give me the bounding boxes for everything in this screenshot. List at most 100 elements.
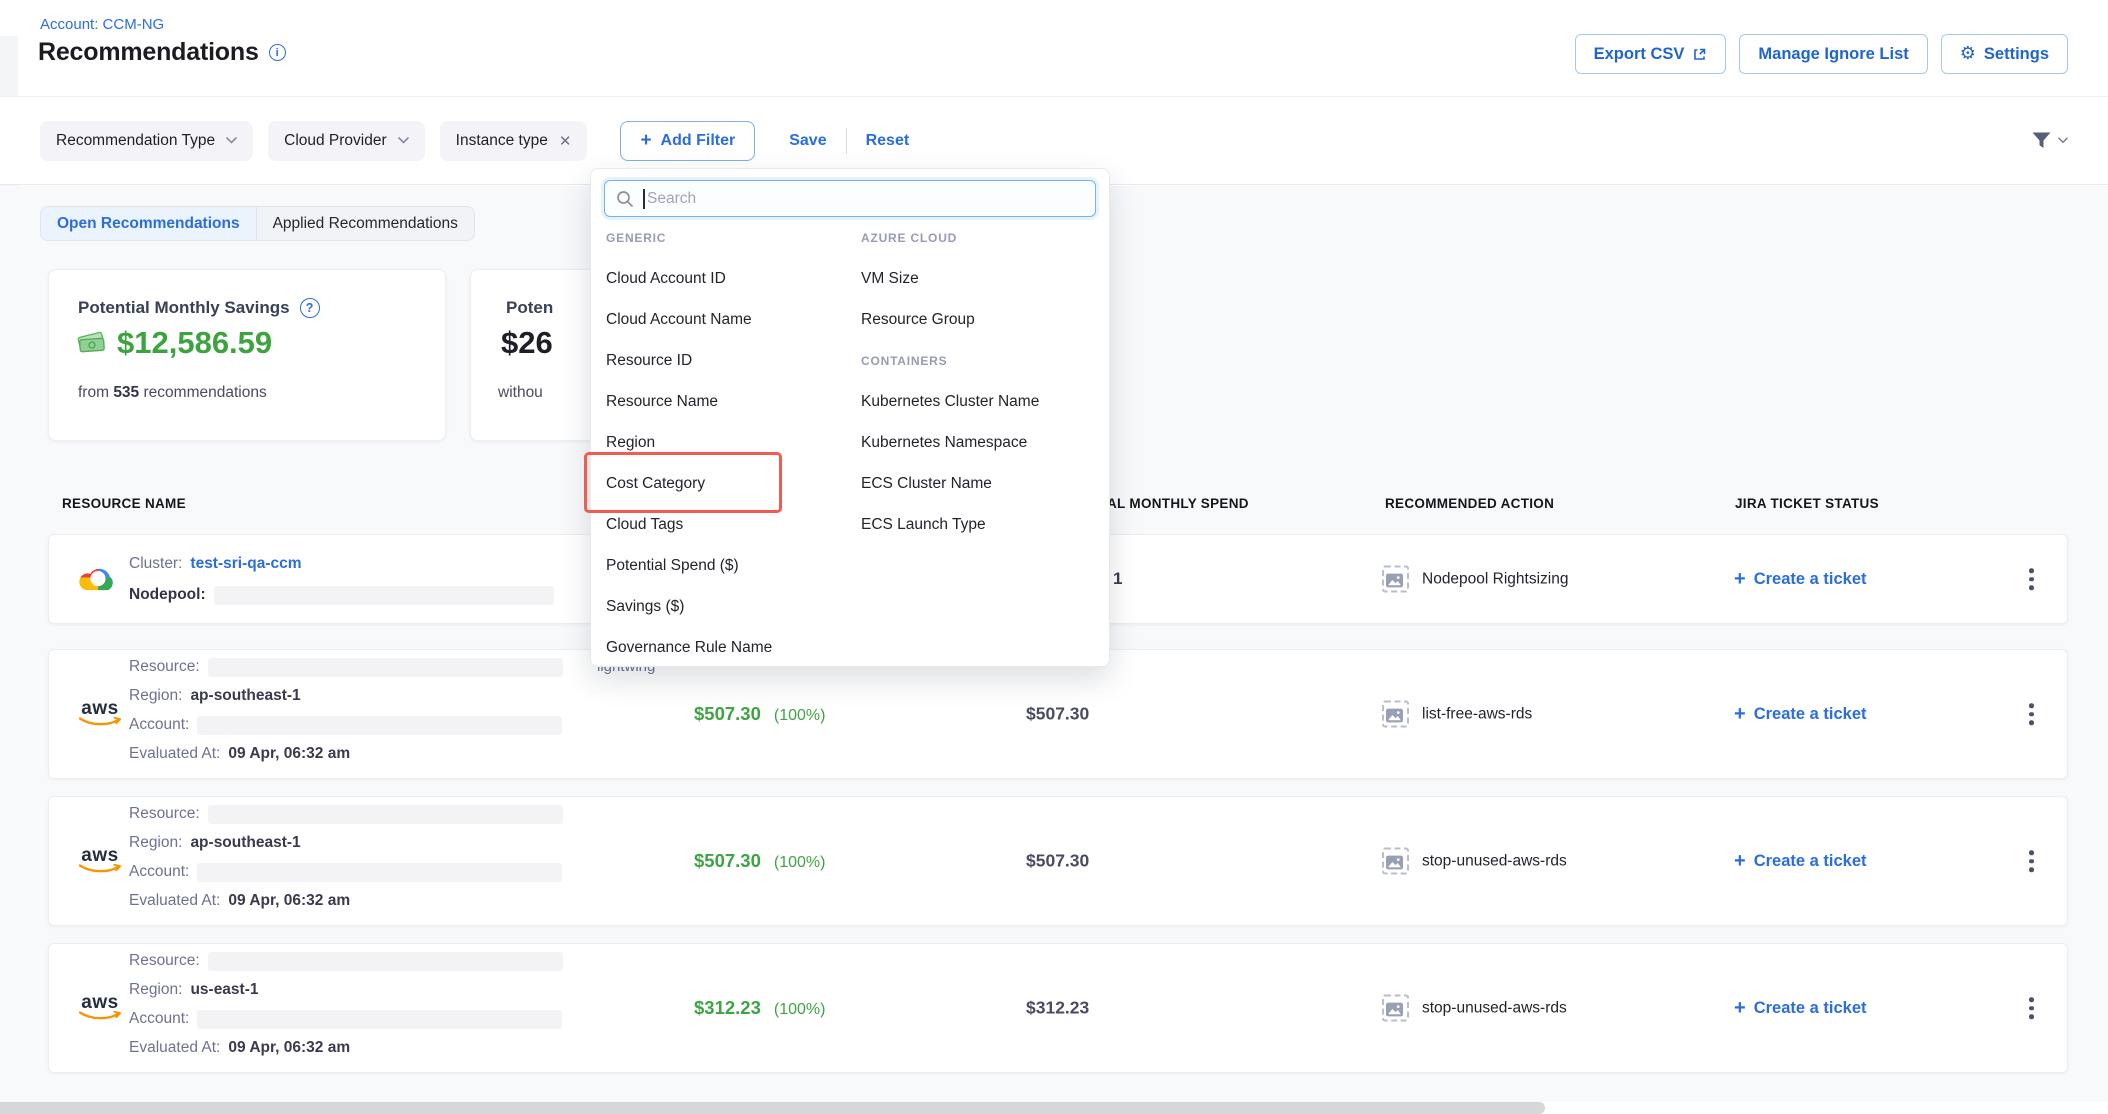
tab-applied-recommendations[interactable]: Applied Recommendations — [257, 207, 474, 240]
dropdown-item-kubernetes-cluster-name[interactable]: Kubernetes Cluster Name — [861, 381, 1101, 422]
create-ticket-button[interactable]: + Create a ticket — [1734, 569, 1867, 589]
search-input[interactable] — [605, 181, 1095, 216]
aws-icon: aws — [77, 701, 123, 727]
section-heading: AZURE CLOUD — [861, 217, 1101, 258]
dropdown-item-ecs-cluster-name[interactable]: ECS Cluster Name — [861, 463, 1101, 504]
close-icon[interactable]: ✕ — [559, 132, 572, 150]
dropdown-item-potential-spend[interactable]: Potential Spend ($) — [606, 545, 856, 586]
save-filter-button[interactable]: Save — [789, 132, 826, 150]
subtext-fragment: withou — [498, 384, 543, 402]
settings-button[interactable]: ⚙ Settings — [1941, 34, 2068, 74]
monthly-savings-value: $312.23 (100%) — [694, 997, 825, 1019]
tab-open-recommendations[interactable]: Open Recommendations — [41, 207, 257, 240]
potential-monthly-savings-card: Potential Monthly Savings ? $12,586.59 f… — [48, 269, 446, 441]
cluster-label: Cluster: — [129, 553, 182, 575]
card-title-fragment: Poten — [506, 298, 553, 318]
divider — [846, 128, 847, 154]
recommended-action: stop-unused-aws-rds — [1382, 995, 1567, 1022]
info-icon[interactable]: i — [269, 44, 286, 61]
create-ticket-button[interactable]: + Create a ticket — [1734, 998, 1867, 1018]
table-row: aws Resource: Region:us-east-1 Account: … — [48, 943, 2068, 1073]
dropdown-item-ecs-launch-type[interactable]: ECS Launch Type — [861, 504, 1101, 545]
question-icon[interactable]: ? — [300, 298, 320, 318]
horizontal-scrollbar[interactable] — [0, 1102, 1545, 1114]
add-filter-button[interactable]: + Add Filter — [620, 121, 755, 161]
dropdown-item-resource-id[interactable]: Resource ID — [606, 340, 856, 381]
breadcrumb[interactable]: Account: CCM-NG — [40, 16, 164, 33]
dropdown-item-resource-name[interactable]: Resource Name — [606, 381, 856, 422]
recommended-action: Nodepool Rightsizing — [1382, 566, 1568, 593]
monthly-spend-value: $507.30 — [1026, 704, 1089, 725]
filter-chip-cloud-provider[interactable]: Cloud Provider — [268, 121, 425, 161]
column-header-total-monthly-spend: AL MONTHLY SPEND — [1107, 496, 1249, 511]
evaluated-at-value: 09 Apr, 06:32 am — [228, 743, 350, 765]
dropdown-column-generic: GENERIC Cloud Account ID Cloud Account N… — [606, 217, 856, 668]
chevron-down-icon — [2058, 137, 2068, 144]
broken-image-icon — [1382, 566, 1409, 593]
evaluated-at-value: 09 Apr, 06:32 am — [228, 1037, 350, 1059]
dropdown-item-resource-group[interactable]: Resource Group — [861, 299, 1101, 340]
dropdown-search — [604, 180, 1096, 217]
dropdown-item-cloud-account-name[interactable]: Cloud Account Name — [606, 299, 856, 340]
create-ticket-button[interactable]: + Create a ticket — [1734, 851, 1867, 871]
redacted-value — [197, 1010, 562, 1029]
recommended-action-label: Nodepool Rightsizing — [1422, 570, 1568, 588]
monthly-spend-value-partial: 1 — [1113, 569, 1122, 589]
money-icon — [76, 331, 108, 355]
dropdown-item-savings[interactable]: Savings ($) — [606, 586, 856, 627]
aws-icon: aws — [77, 995, 123, 1021]
dropdown-item-governance-rule-name[interactable]: Governance Rule Name — [606, 627, 856, 668]
broken-image-icon — [1382, 995, 1409, 1022]
export-csv-button[interactable]: Export CSV — [1575, 34, 1727, 74]
region-value: us-east-1 — [190, 979, 258, 1001]
column-header-resource-name: RESOURCE NAME — [62, 496, 186, 511]
recommended-action-label: stop-unused-aws-rds — [1422, 999, 1567, 1017]
row-menu-kebab-icon[interactable] — [2023, 844, 2040, 878]
gcp-icon — [77, 560, 119, 599]
dropdown-item-cloud-tags[interactable]: Cloud Tags — [606, 504, 856, 545]
section-heading: GENERIC — [606, 217, 856, 258]
card-title: Potential Monthly Savings — [78, 298, 290, 318]
filter-funnel-icon — [2031, 131, 2052, 150]
redacted-value — [197, 863, 562, 882]
plus-icon: + — [1734, 704, 1746, 724]
redacted-value — [208, 952, 563, 971]
gear-icon: ⚙ — [1960, 45, 1976, 63]
evaluated-at-value: 09 Apr, 06:32 am — [228, 890, 350, 912]
savings-amount: $12,586.59 — [117, 325, 272, 361]
table-row: aws Resource: Region:ap-southeast-1 Acco… — [48, 796, 2068, 926]
row-menu-kebab-icon[interactable] — [2023, 562, 2040, 596]
monthly-spend-value: $312.23 — [1026, 998, 1089, 1019]
recommended-action-label: list-free-aws-rds — [1422, 705, 1532, 723]
plus-icon: + — [1734, 851, 1746, 871]
dropdown-item-region[interactable]: Region — [606, 422, 856, 463]
broken-image-icon — [1382, 701, 1409, 728]
filter-chip-instance-type[interactable]: Instance type ✕ — [440, 121, 588, 161]
dropdown-item-cost-category[interactable]: Cost Category — [606, 463, 856, 504]
page-title: Recommendations — [38, 38, 259, 67]
create-ticket-button[interactable]: + Create a ticket — [1734, 704, 1867, 724]
dropdown-item-vm-size[interactable]: VM Size — [861, 258, 1101, 299]
recommended-action: stop-unused-aws-rds — [1382, 848, 1567, 875]
recommendations-page: Account: CCM-NG Recommendations i Export… — [0, 0, 2108, 1114]
add-filter-dropdown: GENERIC Cloud Account ID Cloud Account N… — [590, 168, 1110, 667]
amount-fragment: $26 — [501, 325, 553, 361]
chevron-down-icon — [398, 137, 409, 144]
row-menu-kebab-icon[interactable] — [2023, 697, 2040, 731]
redacted-value — [208, 805, 563, 824]
manage-ignore-list-button[interactable]: Manage Ignore List — [1739, 34, 1927, 74]
plus-icon: + — [1734, 998, 1746, 1018]
cluster-link[interactable]: test-sri-qa-ccm — [190, 553, 301, 575]
filter-panel-toggle[interactable] — [2031, 131, 2068, 150]
reset-filter-button[interactable]: Reset — [866, 132, 910, 150]
dropdown-item-cloud-account-id[interactable]: Cloud Account ID — [606, 258, 856, 299]
region-value: ap-southeast-1 — [190, 685, 300, 707]
chevron-down-icon — [226, 137, 237, 144]
monthly-spend-value: $507.30 — [1026, 851, 1089, 872]
filter-chip-recommendation-type[interactable]: Recommendation Type — [40, 121, 253, 161]
dropdown-item-kubernetes-namespace[interactable]: Kubernetes Namespace — [861, 422, 1101, 463]
row-menu-kebab-icon[interactable] — [2023, 991, 2040, 1025]
aws-icon: aws — [77, 848, 123, 874]
plus-icon: + — [640, 131, 651, 150]
savings-subtext: from 535 recommendations — [78, 384, 267, 402]
